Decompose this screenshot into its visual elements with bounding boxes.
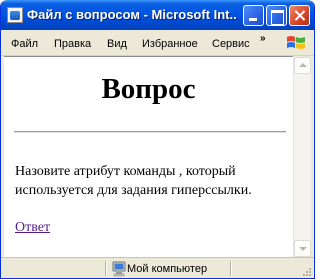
question-text: Назовите атрибут команды , который испол… bbox=[15, 164, 252, 198]
menu-bar: Файл Правка Вид Избранное Сервис » bbox=[1, 30, 314, 56]
status-zone-text: Мой компьютер bbox=[127, 263, 208, 275]
menu-edit[interactable]: Правка bbox=[54, 38, 91, 50]
close-button[interactable] bbox=[289, 5, 310, 26]
status-separator bbox=[230, 261, 231, 276]
my-computer-icon bbox=[112, 261, 126, 277]
status-separator bbox=[105, 261, 106, 276]
page-content: Вопрос Назовите атрибут команды , которы… bbox=[4, 56, 293, 257]
status-bar: Мой компьютер bbox=[1, 257, 314, 278]
chevron-overflow-icon[interactable]: » bbox=[260, 33, 266, 44]
minimize-button[interactable] bbox=[243, 5, 264, 26]
menu-tools[interactable]: Сервис bbox=[212, 38, 250, 50]
menu-favorites[interactable]: Избранное bbox=[142, 38, 198, 50]
page-title: Вопрос bbox=[101, 73, 196, 105]
title-bar[interactable]: Файл с вопросом - Microsoft Int... bbox=[1, 0, 314, 30]
windows-logo-icon bbox=[287, 36, 305, 49]
horizontal-rule bbox=[14, 131, 286, 133]
ie-page-icon[interactable] bbox=[7, 7, 23, 23]
answer-link[interactable]: Ответ bbox=[15, 220, 50, 236]
browser-window: Файл с вопросом - Microsoft Int... Файл … bbox=[0, 0, 315, 279]
window-title: Файл с вопросом - Microsoft Int... bbox=[27, 7, 237, 22]
menu-view[interactable]: Вид bbox=[107, 38, 127, 50]
scroll-down-button[interactable] bbox=[294, 240, 311, 257]
maximize-button[interactable] bbox=[266, 5, 287, 26]
scroll-up-button[interactable] bbox=[294, 57, 311, 74]
vertical-scrollbar[interactable] bbox=[293, 57, 311, 257]
resize-grip-icon[interactable] bbox=[301, 266, 312, 277]
menu-file[interactable]: Файл bbox=[11, 38, 38, 50]
